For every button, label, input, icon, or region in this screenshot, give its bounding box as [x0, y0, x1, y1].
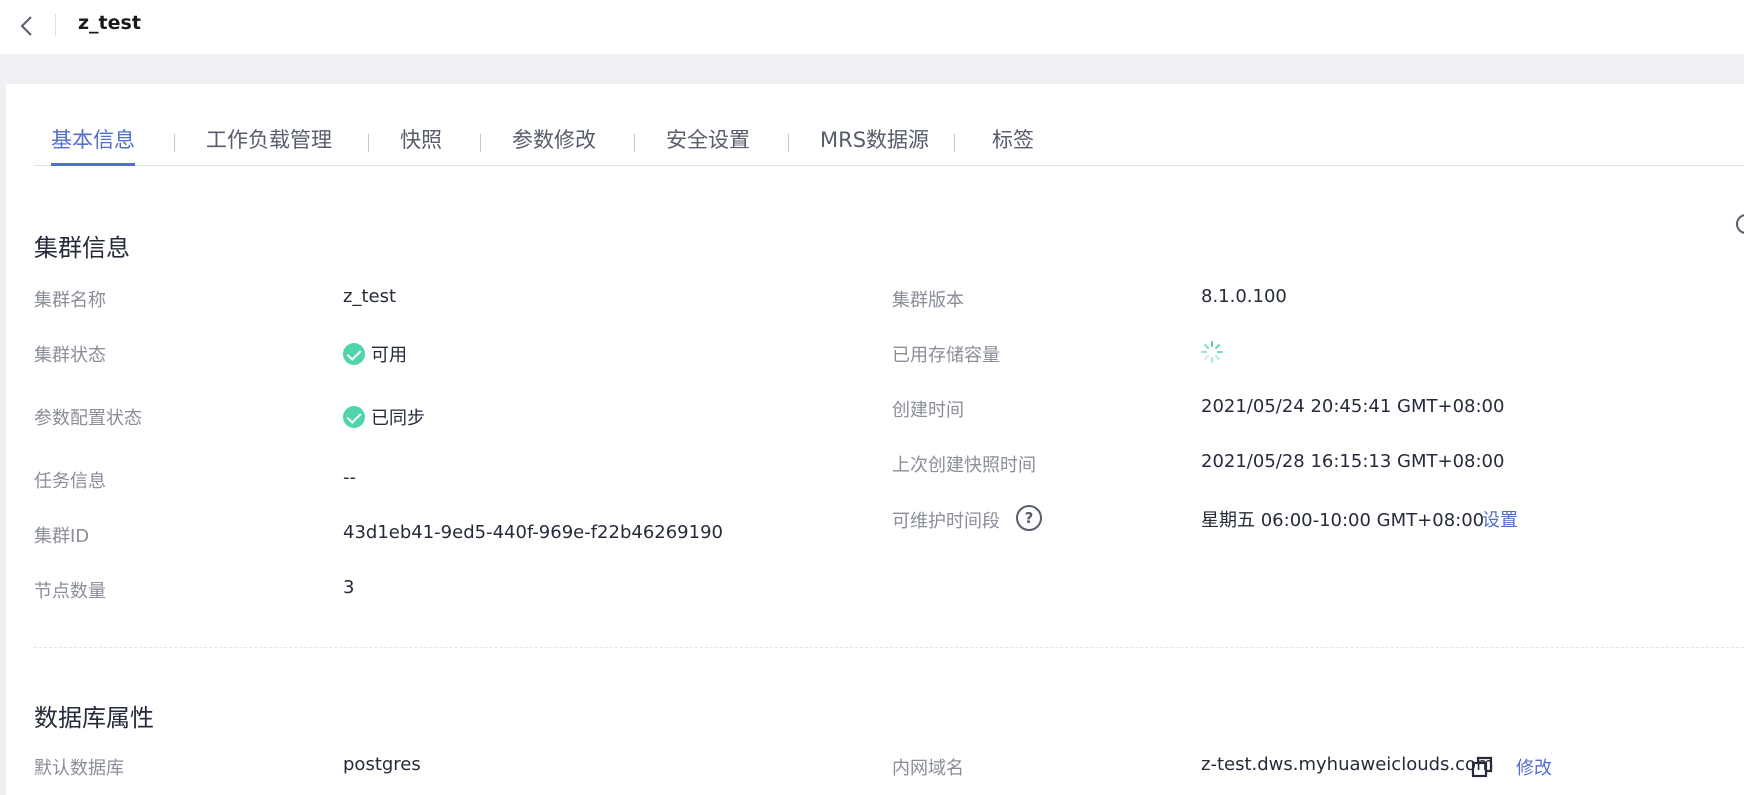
cluster-status-value: 可用	[343, 341, 407, 367]
cluster-status-text: 可用	[371, 345, 407, 366]
db-props-title: 数据库属性	[34, 704, 154, 732]
last-snapshot-time-value: 2021/05/28 16:15:13 GMT+08:00	[1201, 451, 1505, 472]
default-db-label: 默认数据库	[34, 758, 124, 779]
modify-domain-link[interactable]: 修改	[1516, 754, 1552, 780]
detail-panel: 基本信息 工作负载管理 快照 参数修改 安全设置 MRS数据源 标签 集群信息 …	[6, 84, 1744, 795]
maintenance-window-label: 可维护时间段	[892, 511, 1000, 532]
copy-icon[interactable]	[1471, 756, 1493, 778]
tab-separator	[368, 134, 369, 152]
default-db-value: postgres	[343, 754, 421, 775]
tab-tags[interactable]: 标签	[992, 120, 1034, 165]
node-count-value: 3	[343, 577, 355, 598]
cluster-id-value: 43d1eb41-9ed5-440f-969e-f22b46269190	[343, 522, 723, 543]
refresh-icon[interactable]	[1736, 214, 1744, 234]
param-config-status-value: 已同步	[343, 404, 425, 430]
used-storage-label: 已用存储容量	[892, 345, 1000, 366]
create-time-label: 创建时间	[892, 400, 964, 421]
check-circle-icon	[343, 406, 365, 428]
cluster-name-value: z_test	[343, 286, 397, 307]
page-title: z_test	[78, 12, 141, 34]
tab-separator	[788, 134, 789, 152]
create-time-value: 2021/05/24 20:45:41 GMT+08:00	[1201, 396, 1505, 417]
maintenance-window-value: 星期五 06:00-10:00 GMT+08:00	[1201, 510, 1485, 531]
help-icon[interactable]: ?	[1016, 505, 1042, 531]
cluster-id-label: 集群ID	[34, 526, 90, 547]
cluster-info-title: 集群信息	[34, 234, 130, 262]
tab-basic-info[interactable]: 基本信息	[51, 120, 135, 166]
check-circle-icon	[343, 343, 365, 365]
private-domain-value: z-test.dws.myhuaweiclouds.com	[1201, 754, 1494, 775]
param-config-status-text: 已同步	[371, 408, 425, 429]
tab-snapshot[interactable]: 快照	[400, 120, 442, 165]
task-info-value: --	[343, 467, 356, 488]
last-snapshot-time-label: 上次创建快照时间	[892, 455, 1036, 476]
tab-parameters[interactable]: 参数修改	[512, 120, 596, 165]
private-domain-label: 内网域名	[892, 758, 964, 779]
tab-separator	[174, 134, 175, 152]
param-config-status-label: 参数配置状态	[34, 408, 142, 429]
cluster-status-label: 集群状态	[34, 345, 106, 366]
header-divider	[55, 14, 56, 36]
loading-spinner-icon	[1201, 341, 1223, 363]
back-arrow-icon[interactable]	[18, 14, 36, 38]
tab-mrs-datasource[interactable]: MRS数据源	[820, 120, 929, 165]
task-info-label: 任务信息	[34, 471, 106, 492]
tab-separator	[634, 134, 635, 152]
cluster-name-label: 集群名称	[34, 290, 106, 311]
node-count-label: 节点数量	[34, 581, 106, 602]
tab-separator	[480, 134, 481, 152]
cluster-version-label: 集群版本	[892, 290, 964, 311]
section-divider	[34, 647, 1744, 648]
tab-separator	[954, 134, 955, 152]
cluster-version-value: 8.1.0.100	[1201, 286, 1287, 307]
tab-security-settings[interactable]: 安全设置	[666, 120, 750, 165]
tab-workload-management[interactable]: 工作负载管理	[206, 120, 332, 165]
top-bar: z_test	[0, 0, 1744, 54]
tab-bar: 基本信息 工作负载管理 快照 参数修改 安全设置 MRS数据源 标签	[34, 120, 1744, 166]
set-maintenance-link[interactable]: 设置	[1482, 506, 1518, 532]
